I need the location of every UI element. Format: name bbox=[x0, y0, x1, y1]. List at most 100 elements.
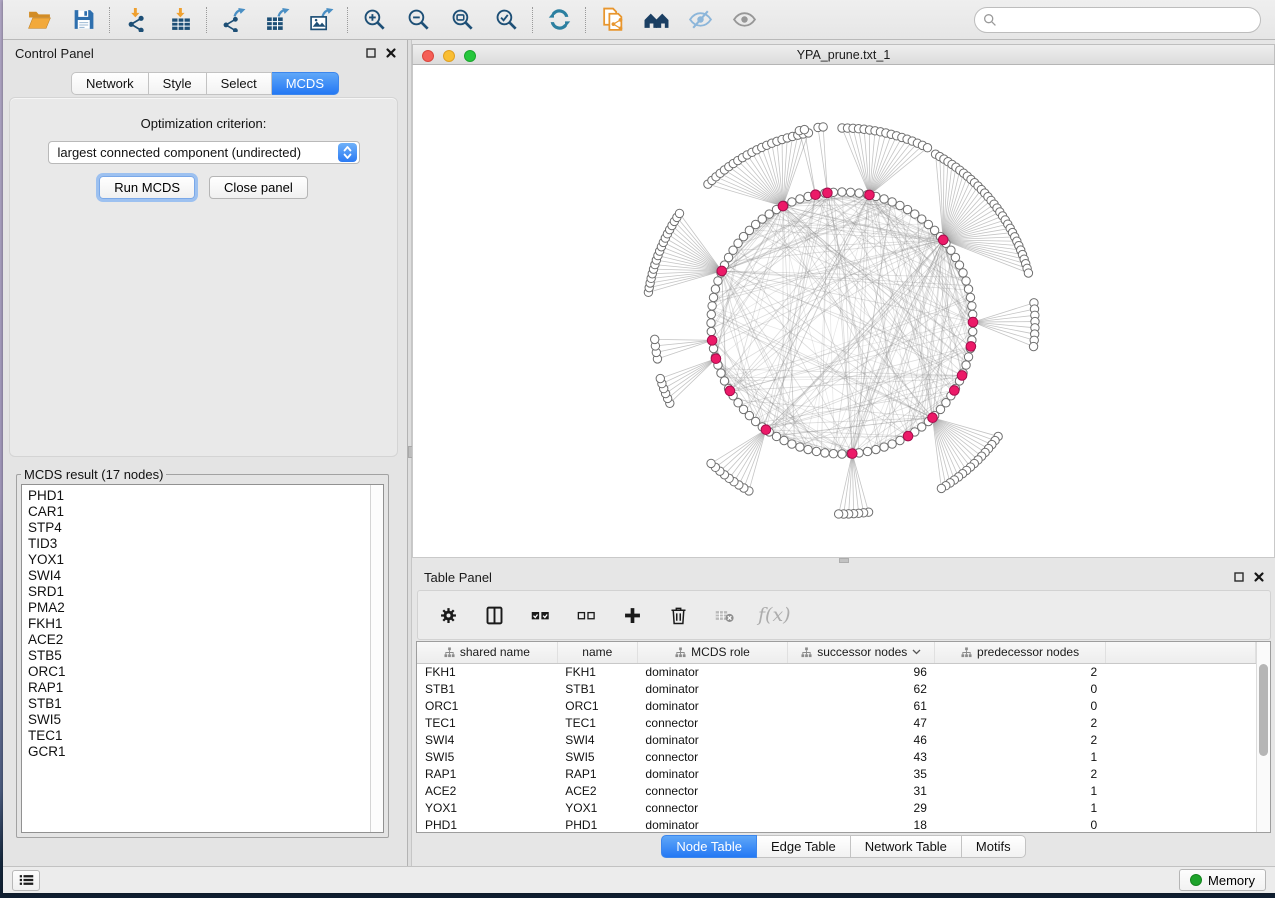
network-node[interactable] bbox=[962, 277, 970, 285]
mcds-result-item[interactable]: STP4 bbox=[28, 520, 370, 536]
table-cell[interactable]: dominator bbox=[637, 663, 787, 680]
network-node[interactable] bbox=[717, 369, 725, 377]
window-zoom-icon[interactable] bbox=[464, 50, 476, 62]
run-mcds-button[interactable]: Run MCDS bbox=[99, 176, 195, 199]
show-all-button[interactable] bbox=[730, 6, 758, 34]
table-row[interactable]: PHD1PHD1dominator180 bbox=[417, 816, 1256, 832]
mcds-hub-node[interactable] bbox=[966, 342, 976, 352]
zoom-in-button[interactable] bbox=[360, 6, 388, 34]
table-cell[interactable]: 2 bbox=[935, 714, 1105, 731]
save-button[interactable] bbox=[69, 6, 97, 34]
table-row[interactable]: SWI5SWI5connector431 bbox=[417, 748, 1256, 765]
table-cell[interactable]: connector bbox=[637, 714, 787, 731]
table-cell[interactable]: SWI5 bbox=[557, 748, 637, 765]
mcds-result-item[interactable]: TID3 bbox=[28, 536, 370, 552]
column-header-MCDS-role[interactable]: MCDS role bbox=[637, 642, 787, 663]
table-cell[interactable]: TEC1 bbox=[557, 714, 637, 731]
table-cell[interactable]: 0 bbox=[935, 680, 1105, 697]
table-cell[interactable]: PHD1 bbox=[557, 816, 637, 832]
column-header-predecessor-nodes[interactable]: predecessor nodes bbox=[935, 642, 1105, 663]
column-header-successor-nodes[interactable]: successor nodes bbox=[788, 642, 935, 663]
column-header-shared-name[interactable]: shared name bbox=[417, 642, 557, 663]
network-node[interactable] bbox=[707, 459, 715, 467]
mcds-list-scrollbar[interactable] bbox=[370, 485, 383, 832]
mcds-hub-node[interactable] bbox=[823, 188, 833, 198]
network-node[interactable] bbox=[707, 310, 715, 318]
network-node[interactable] bbox=[707, 319, 715, 327]
first-neighbors-button[interactable] bbox=[642, 6, 670, 34]
network-node[interactable] bbox=[962, 361, 970, 369]
close-panel-button[interactable] bbox=[385, 47, 397, 59]
network-node[interactable] bbox=[955, 261, 963, 269]
network-node[interactable] bbox=[675, 209, 683, 217]
refresh-button[interactable] bbox=[545, 6, 573, 34]
table-cell[interactable]: 2 bbox=[935, 765, 1105, 782]
network-node[interactable] bbox=[888, 440, 896, 448]
network-node[interactable] bbox=[838, 450, 846, 458]
window-minimize-icon[interactable] bbox=[443, 50, 455, 62]
table-cell[interactable]: 47 bbox=[788, 714, 935, 731]
network-node[interactable] bbox=[821, 449, 829, 457]
table-cell[interactable] bbox=[1105, 816, 1255, 832]
float-table-panel-button[interactable] bbox=[1233, 571, 1245, 583]
network-node[interactable] bbox=[714, 277, 722, 285]
table-cell[interactable]: connector bbox=[637, 782, 787, 799]
table-cell[interactable]: 61 bbox=[788, 697, 935, 714]
table-cell[interactable]: 31 bbox=[788, 782, 935, 799]
export-network-button[interactable] bbox=[219, 6, 247, 34]
table-cell[interactable]: RAP1 bbox=[557, 765, 637, 782]
mcds-result-item[interactable]: PHD1 bbox=[28, 488, 370, 504]
tab-edge-table[interactable]: Edge Table bbox=[757, 835, 851, 858]
table-row[interactable]: YOX1YOX1connector291 bbox=[417, 799, 1256, 816]
network-node[interactable] bbox=[656, 374, 664, 382]
mcds-hub-node[interactable] bbox=[968, 317, 978, 327]
network-node[interactable] bbox=[707, 327, 715, 335]
network-node[interactable] bbox=[951, 253, 959, 261]
table-row[interactable]: ORC1ORC1dominator610 bbox=[417, 697, 1256, 714]
table-cell[interactable] bbox=[1105, 782, 1255, 799]
mcds-hub-node[interactable] bbox=[811, 190, 821, 200]
table-cell[interactable] bbox=[1105, 765, 1255, 782]
table-row[interactable]: FKH1FKH1dominator962 bbox=[417, 663, 1256, 680]
table-cell[interactable]: dominator bbox=[637, 680, 787, 697]
mcds-result-item[interactable]: SRD1 bbox=[28, 584, 370, 600]
network-node[interactable] bbox=[788, 440, 796, 448]
table-cell[interactable]: connector bbox=[637, 799, 787, 816]
mcds-hub-node[interactable] bbox=[847, 449, 857, 459]
table-cell[interactable] bbox=[1105, 714, 1255, 731]
table-cell[interactable]: PHD1 bbox=[417, 816, 557, 832]
table-cell[interactable]: RAP1 bbox=[417, 765, 557, 782]
deselect-all-button[interactable] bbox=[574, 603, 598, 627]
mcds-result-item[interactable]: SWI5 bbox=[28, 712, 370, 728]
mcds-hub-node[interactable] bbox=[928, 413, 938, 423]
table-cell[interactable]: 2 bbox=[935, 731, 1105, 748]
table-cell[interactable]: 96 bbox=[788, 663, 935, 680]
table-cell[interactable]: 29 bbox=[788, 799, 935, 816]
network-node[interactable] bbox=[780, 436, 788, 444]
network-node[interactable] bbox=[838, 188, 846, 196]
memory-button[interactable]: Memory bbox=[1179, 869, 1266, 891]
mcds-result-item[interactable]: STB1 bbox=[28, 696, 370, 712]
tab-network-table[interactable]: Network Table bbox=[851, 835, 962, 858]
table-cell[interactable] bbox=[1105, 697, 1255, 714]
window-close-icon[interactable] bbox=[422, 50, 434, 62]
columns-button[interactable] bbox=[482, 603, 506, 627]
duplicate-network-button[interactable] bbox=[598, 6, 626, 34]
table-scrollbar[interactable] bbox=[1256, 642, 1270, 832]
network-node[interactable] bbox=[880, 195, 888, 203]
network-node[interactable] bbox=[1029, 342, 1037, 350]
network-graph[interactable] bbox=[413, 65, 1274, 556]
table-cell[interactable]: TEC1 bbox=[417, 714, 557, 731]
export-table-button[interactable] bbox=[263, 6, 291, 34]
table-cell[interactable]: dominator bbox=[637, 731, 787, 748]
mcds-result-item[interactable]: YOX1 bbox=[28, 552, 370, 568]
network-node[interactable] bbox=[819, 123, 827, 131]
network-node[interactable] bbox=[855, 189, 863, 197]
mcds-hub-node[interactable] bbox=[717, 266, 727, 276]
table-cell[interactable]: 35 bbox=[788, 765, 935, 782]
mcds-hub-node[interactable] bbox=[707, 336, 717, 346]
table-cell[interactable]: 1 bbox=[935, 782, 1105, 799]
hide-selected-button[interactable] bbox=[686, 6, 714, 34]
table-cell[interactable]: SWI4 bbox=[557, 731, 637, 748]
table-cell[interactable]: 0 bbox=[935, 697, 1105, 714]
